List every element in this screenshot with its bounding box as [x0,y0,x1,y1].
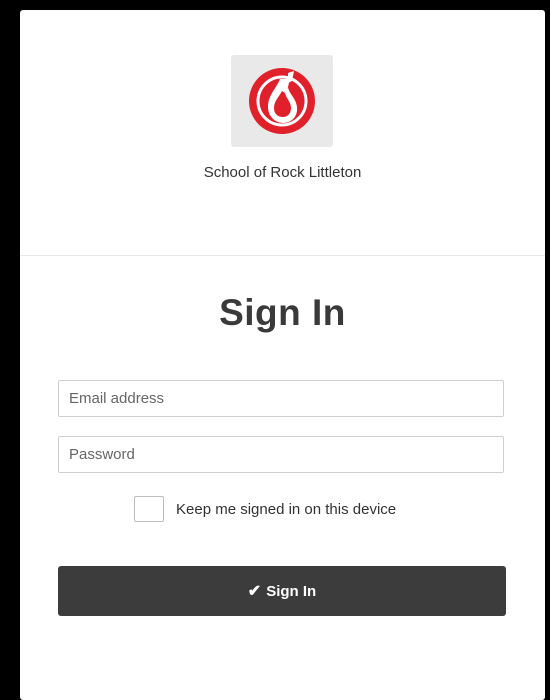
email-field[interactable] [58,380,504,417]
guitar-logo-icon [249,68,315,134]
checkmark-icon: ✔ [247,583,262,600]
page-title: Sign In [219,292,346,333]
org-name: School of Rock Littleton [203,164,362,181]
school-logo [231,55,333,147]
signin-card: School of Rock Littleton Sign In Keep me… [20,10,545,700]
remember-me-row[interactable]: Keep me signed in on this device [134,495,396,523]
sign-in-button-label: Sign In [266,582,317,600]
remember-me-label[interactable]: Keep me signed in on this device [176,501,396,518]
sign-in-button[interactable]: ✔ Sign In [58,566,506,616]
card-header: School of Rock Littleton [20,10,545,256]
password-field[interactable] [58,436,504,473]
remember-me-checkbox[interactable] [134,496,164,522]
